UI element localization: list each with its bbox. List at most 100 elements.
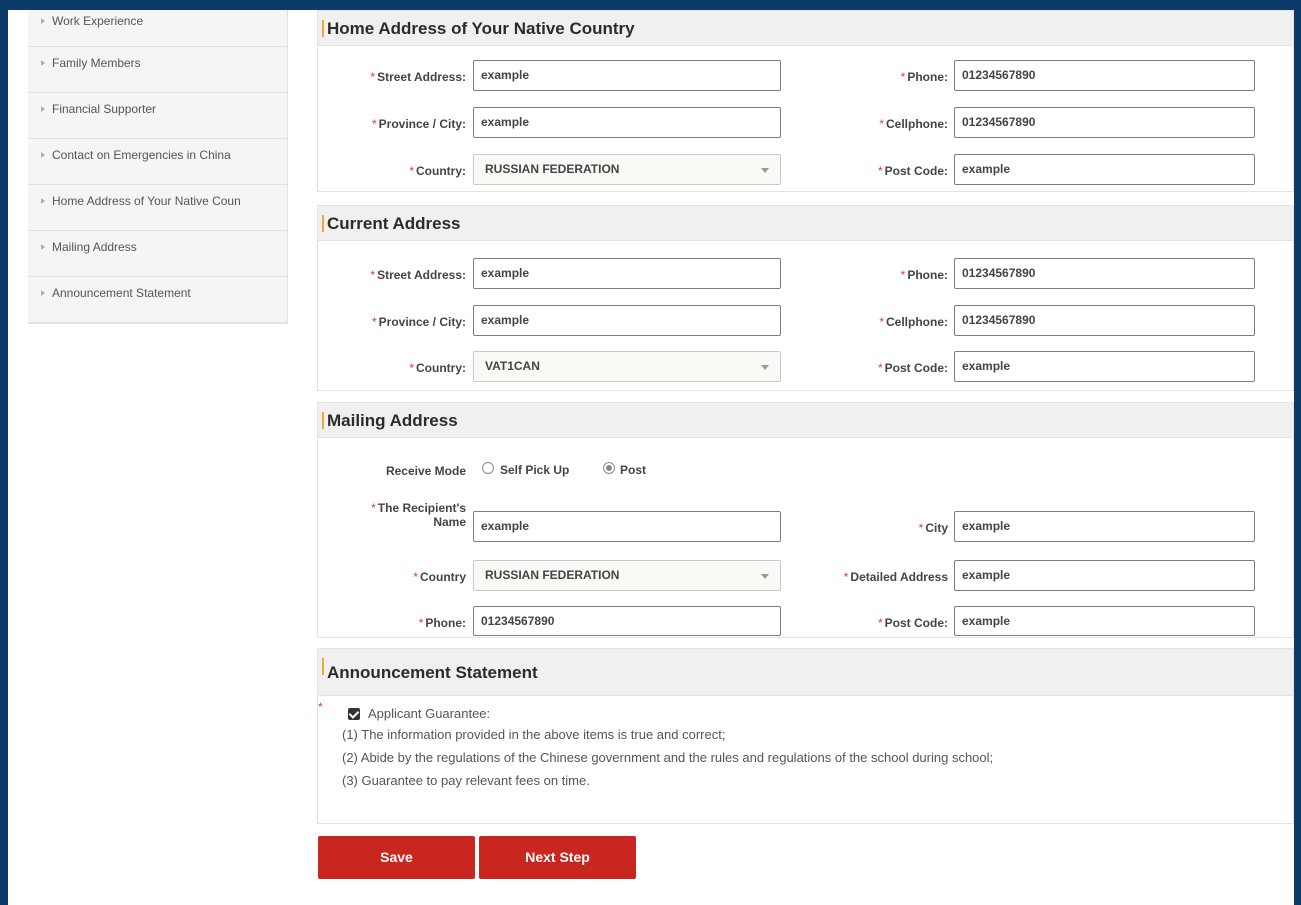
required-marker: * (843, 570, 849, 584)
required-marker: * (409, 361, 414, 375)
guarantee-item-3: (3) Guarantee to pay relevant fees on ti… (342, 773, 590, 788)
save-button[interactable]: Save (318, 836, 475, 879)
self-pickup-radio[interactable] (482, 462, 494, 474)
next-step-button[interactable]: Next Step (479, 836, 636, 879)
chevron-down-icon (761, 168, 769, 173)
label-text: The Recipient's (377, 501, 466, 515)
label-text: Cellphone: (886, 117, 948, 131)
street-label: * Street Address: (328, 268, 466, 282)
required-marker: * (900, 268, 906, 282)
chevron-right-icon (41, 17, 45, 24)
required-marker: * (413, 570, 418, 584)
phone-input[interactable]: 01234567890 (954, 60, 1255, 91)
sidebar-item-financial-supporter[interactable]: Financial Supporter (28, 93, 287, 139)
postcode-input[interactable]: example (954, 606, 1255, 636)
receive-mode-label: Receive Mode (328, 464, 466, 478)
postcode-input[interactable]: example (954, 351, 1255, 382)
label-text: Detailed Address (850, 570, 948, 584)
chevron-right-icon (41, 151, 45, 158)
city-input[interactable]: example (954, 511, 1255, 542)
top-frame-bar (0, 0, 1301, 10)
chevron-down-icon (761, 365, 769, 370)
sidebar-item-home-address[interactable]: Home Address of Your Native Coun (28, 185, 287, 231)
label-text: Street Address: (377, 268, 466, 282)
required-marker: * (877, 164, 883, 178)
select-value: VAT1CAN (485, 359, 540, 373)
required-marker: * (418, 616, 424, 630)
street-label: * Street Address: (328, 70, 466, 84)
select-value: RUSSIAN FEDERATION (485, 568, 620, 582)
post-label[interactable]: Post (620, 463, 646, 477)
label-text: Post Code: (884, 361, 948, 375)
guarantee-item-1: (1) The information provided in the abov… (342, 727, 726, 742)
sidebar-item-emergency-contact[interactable]: Contact on Emergencies in China (28, 139, 287, 185)
country-select[interactable]: RUSSIAN FEDERATION (473, 154, 781, 185)
self-pickup-label[interactable]: Self Pick Up (500, 463, 569, 477)
phone-input[interactable]: 01234567890 (954, 258, 1255, 289)
select-value: RUSSIAN FEDERATION (485, 162, 620, 176)
required-marker: * (371, 501, 376, 515)
label-text: Province / City: (378, 315, 466, 329)
announcement-section: Announcement Statement * Applicant Guara… (317, 648, 1294, 824)
applicant-guarantee-checkbox[interactable] (348, 708, 360, 720)
sidebar-nav: Work Experience Family Members Financial… (28, 10, 288, 324)
sidebar-item-label: Home Address of Your Native Coun (52, 193, 241, 208)
label-text: Country: (416, 164, 466, 178)
sidebar-item-label: Mailing Address (52, 239, 137, 254)
chevron-right-icon (41, 197, 45, 204)
phone-input[interactable]: 01234567890 (473, 606, 781, 636)
cellphone-input[interactable]: 01234567890 (954, 107, 1255, 138)
sidebar-item-label: Contact on Emergencies in China (52, 147, 231, 162)
required-marker: * (409, 164, 414, 178)
chevron-down-icon (761, 574, 769, 579)
page-canvas: Work Experience Family Members Financial… (8, 10, 1294, 905)
section-header: Announcement Statement (318, 649, 1293, 696)
required-marker: * (370, 268, 376, 282)
home-address-section: Home Address of Your Native Country * Str… (317, 10, 1294, 192)
cellphone-label: * Cellphone: (818, 315, 948, 329)
cellphone-label: * Cellphone: (818, 117, 948, 131)
required-marker: * (879, 315, 884, 329)
country-select[interactable]: VAT1CAN (473, 351, 781, 382)
label-text: Phone: (907, 268, 948, 282)
label-text: Name (433, 515, 466, 529)
label-text: Phone: (907, 70, 948, 84)
cellphone-input[interactable]: 01234567890 (954, 305, 1255, 336)
section-title: Mailing Address (327, 411, 458, 430)
section-title: Home Address of Your Native Country (327, 19, 635, 38)
sidebar-item-label: Announcement Statement (52, 285, 191, 300)
city-label: * City (818, 521, 948, 535)
guarantee-label: Applicant Guarantee: (368, 706, 491, 721)
postcode-label: * Post Code: (818, 164, 948, 178)
province-input[interactable]: example (473, 107, 781, 138)
province-input[interactable]: example (473, 305, 781, 336)
label-text: Province / City: (378, 117, 466, 131)
section-title: Current Address (327, 214, 461, 233)
label-text: Receive Mode (385, 464, 466, 478)
label-text: Street Address: (377, 70, 466, 84)
sidebar-item-mailing-address[interactable]: Mailing Address (28, 231, 287, 277)
sidebar-item-work-experience[interactable]: Work Experience (28, 10, 287, 47)
sidebar-item-announcement[interactable]: Announcement Statement (28, 277, 287, 323)
recipient-label: * The Recipient's Name (328, 501, 466, 529)
required-marker: * (879, 117, 884, 131)
country-label: * Country (328, 570, 466, 584)
sidebar-item-family-members[interactable]: Family Members (28, 47, 287, 93)
country-select[interactable]: RUSSIAN FEDERATION (473, 560, 781, 591)
required-marker: * (900, 70, 906, 84)
sidebar-item-label: Work Experience (52, 13, 144, 28)
chevron-right-icon (41, 289, 45, 296)
phone-label: * Phone: (328, 616, 466, 630)
detailed-address-input[interactable]: example (954, 560, 1255, 591)
province-label: * Province / City: (328, 117, 466, 131)
country-label: * Country: (328, 361, 466, 375)
recipient-input[interactable]: example (473, 511, 781, 542)
street-input[interactable]: example (473, 258, 781, 289)
street-input[interactable]: example (473, 60, 781, 91)
sidebar-item-label: Family Members (52, 55, 141, 70)
label-text: Post Code: (884, 164, 948, 178)
required-marker: * (877, 361, 883, 375)
postcode-input[interactable]: example (954, 154, 1255, 185)
postcode-label: * Post Code: (818, 361, 948, 375)
post-radio[interactable] (603, 462, 615, 474)
